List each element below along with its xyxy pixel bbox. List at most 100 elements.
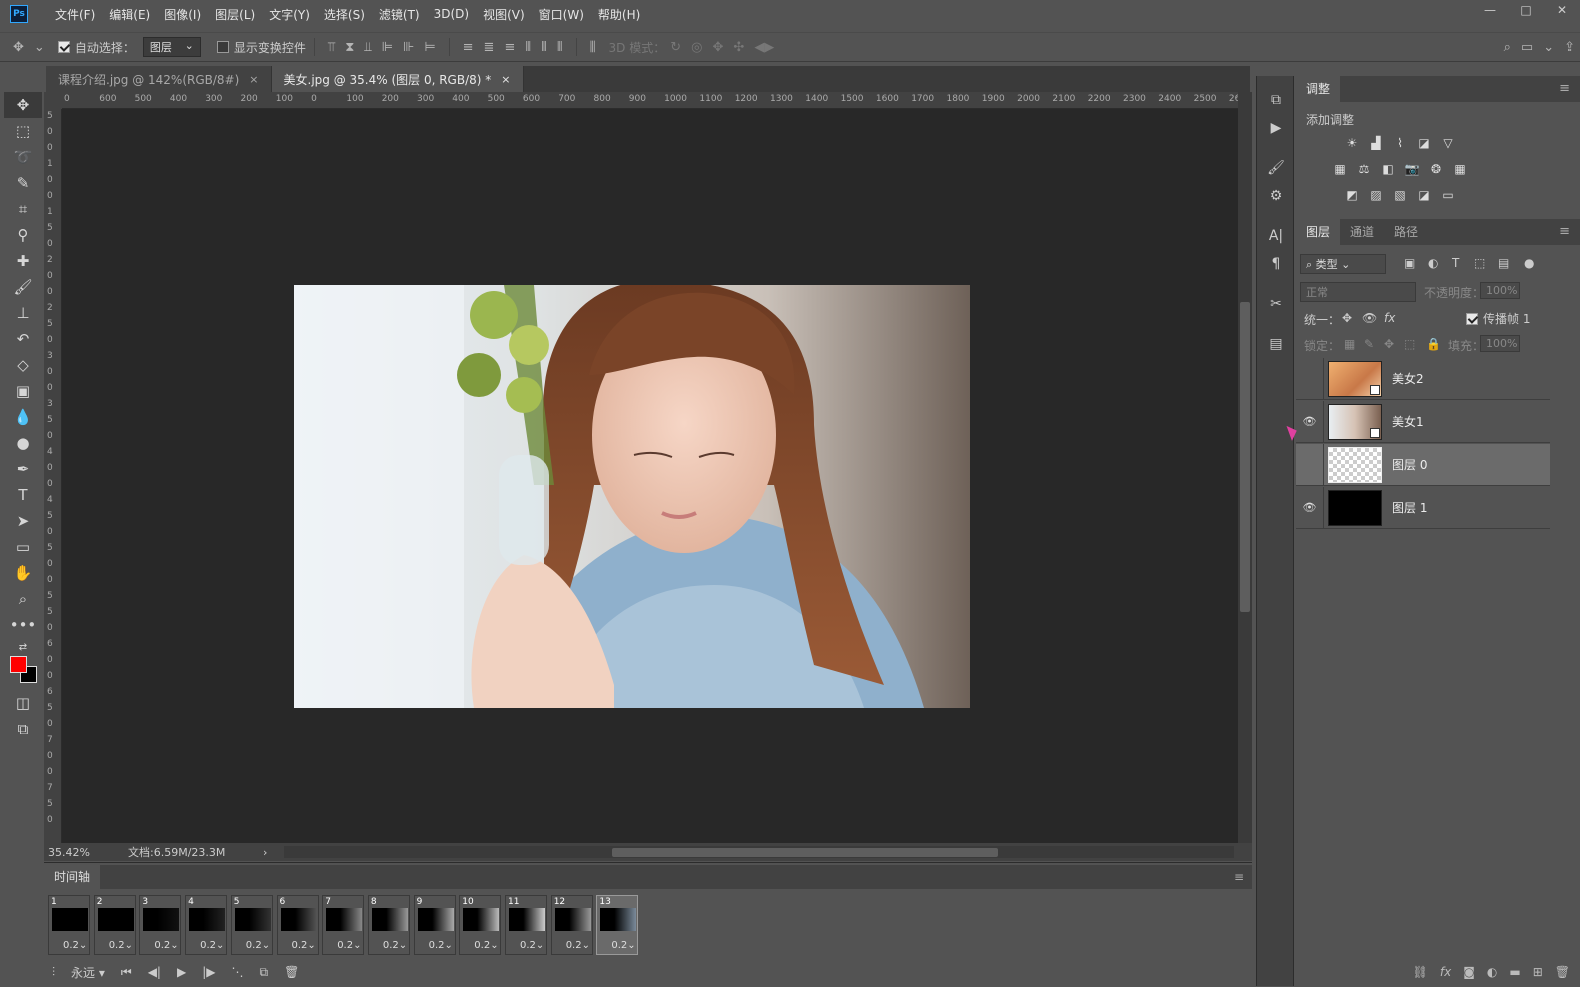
propagate-checkbox[interactable] bbox=[1466, 312, 1478, 325]
hue-saturation-icon[interactable]: ▦ bbox=[1332, 162, 1348, 176]
3d-roll-icon[interactable]: ◎ bbox=[691, 40, 702, 55]
new-layer-icon[interactable]: ⊞ bbox=[1533, 965, 1543, 979]
timeline-frame[interactable]: 5 0.2⌄ bbox=[230, 895, 273, 955]
filter-shape-icon[interactable]: ⬚ bbox=[1474, 256, 1485, 270]
menu-select[interactable]: 选择(S) bbox=[317, 6, 372, 23]
marquee-tool-icon[interactable]: ⬚ bbox=[4, 118, 42, 144]
close-icon[interactable]: × bbox=[501, 73, 510, 86]
delete-layer-icon[interactable]: 🗑 bbox=[1555, 965, 1570, 979]
auto-select-toggle[interactable]: 自动选择： bbox=[57, 39, 135, 56]
chevron-down-icon[interactable]: ⌄ bbox=[1543, 40, 1554, 55]
tab-paths[interactable]: 路径 bbox=[1384, 219, 1428, 245]
menu-type[interactable]: 文字(Y) bbox=[262, 6, 317, 23]
link-layers-icon[interactable]: ⛓ bbox=[1413, 965, 1428, 979]
quick-select-tool-icon[interactable]: ✎ bbox=[4, 170, 42, 196]
lock-image-icon[interactable]: ✎ bbox=[1364, 337, 1374, 351]
timeline-frame[interactable]: 8 0.2⌄ bbox=[367, 895, 410, 955]
show-transform-checkbox[interactable] bbox=[216, 41, 229, 53]
move-tool-icon[interactable]: ✥ bbox=[4, 92, 42, 118]
layer-filter-select[interactable]: ⌕ 类型 ⌄ bbox=[1300, 254, 1386, 274]
levels-icon[interactable]: ▟ bbox=[1368, 136, 1384, 150]
align-hcenter-icon[interactable]: ⊪ bbox=[403, 40, 414, 55]
frame-delay[interactable]: 0.2⌄ bbox=[611, 940, 635, 951]
auto-align-icon[interactable]: ⫼ bbox=[590, 40, 596, 55]
channel-mixer-icon[interactable]: ❂ bbox=[1428, 162, 1444, 176]
align-left-icon[interactable]: ⊫ bbox=[382, 40, 393, 55]
visibility-toggle[interactable] bbox=[1296, 443, 1324, 486]
layer-name[interactable]: 美女2 bbox=[1392, 370, 1424, 387]
foreground-color-swatch[interactable] bbox=[10, 656, 27, 673]
clone-stamp-tool-icon[interactable]: ⊥ bbox=[4, 300, 42, 326]
tab-beauty[interactable]: 美女.jpg @ 35.4% (图层 0, RGB/8) * × bbox=[271, 66, 524, 92]
vertical-scrollbar[interactable] bbox=[1238, 92, 1252, 843]
distribute-hcenter-icon[interactable]: ⦀ bbox=[541, 40, 547, 55]
tab-adjustments[interactable]: 调整 bbox=[1296, 76, 1341, 102]
frame-delay[interactable]: 0.2⌄ bbox=[109, 940, 133, 951]
eyedropper-tool-icon[interactable]: ⚲ bbox=[4, 222, 42, 248]
properties-icon[interactable]: ▤ bbox=[1264, 332, 1288, 356]
scroll-thumb[interactable] bbox=[612, 848, 998, 857]
tool-presets-icon[interactable]: ✂ bbox=[1264, 292, 1288, 316]
propagate-frame-toggle[interactable]: 传播帧 1 bbox=[1466, 310, 1530, 327]
scroll-thumb[interactable] bbox=[1240, 302, 1250, 612]
distribute-bottom-icon[interactable]: ≡ bbox=[504, 40, 515, 55]
dodge-tool-icon[interactable]: ● bbox=[4, 430, 42, 456]
new-group-icon[interactable]: ▬ bbox=[1509, 965, 1520, 979]
3d-slide-icon[interactable]: ✣ bbox=[733, 40, 744, 55]
frame-delay[interactable]: 0.2⌄ bbox=[63, 940, 87, 951]
timeline-frame[interactable]: 11 0.2⌄ bbox=[505, 895, 547, 955]
filter-adjustment-icon[interactable]: ◐ bbox=[1428, 256, 1438, 270]
eye-icon[interactable]: 👁 bbox=[1296, 400, 1324, 443]
timeline-frame[interactable]: 13 0.2⌄ bbox=[596, 895, 639, 955]
frame-delay[interactable]: 0.2⌄ bbox=[246, 940, 270, 951]
layer-name[interactable]: 图层 0 bbox=[1392, 456, 1427, 473]
timeline-frame[interactable]: 7 0.2⌄ bbox=[322, 895, 365, 955]
delete-frame-icon[interactable]: 🗑 bbox=[284, 965, 299, 979]
filter-toggle-icon[interactable]: ● bbox=[1524, 256, 1534, 270]
layer-name[interactable]: 图层 1 bbox=[1392, 499, 1427, 516]
align-top-icon[interactable]: ⫪ bbox=[328, 40, 335, 55]
frame-delay[interactable]: 0.2⌄ bbox=[154, 940, 178, 951]
lock-all-icon[interactable]: 🔒 bbox=[1426, 337, 1441, 351]
eye-icon[interactable]: 👁 bbox=[1296, 486, 1324, 529]
add-mask-icon[interactable]: ◙ bbox=[1463, 965, 1475, 979]
menu-file[interactable]: 文件(F) bbox=[48, 6, 102, 23]
fill-input[interactable]: 100% bbox=[1480, 335, 1520, 352]
filter-type-icon[interactable]: T bbox=[1452, 256, 1459, 270]
type-tool-icon[interactable]: T bbox=[4, 482, 42, 508]
blur-tool-icon[interactable]: 💧 bbox=[4, 404, 42, 430]
timeline-frame[interactable]: 10 0.2⌄ bbox=[459, 895, 502, 955]
menu-window[interactable]: 窗口(W) bbox=[532, 6, 591, 23]
distribute-vcenter-icon[interactable]: ≣ bbox=[484, 40, 495, 55]
filter-smart-object-icon[interactable]: ▤ bbox=[1498, 256, 1509, 270]
frame-delay[interactable]: 0.2⌄ bbox=[383, 940, 407, 951]
play-icon[interactable]: ▶ bbox=[177, 965, 186, 979]
horizontal-scrollbar[interactable] bbox=[284, 846, 1234, 858]
eraser-tool-icon[interactable]: ◇ bbox=[4, 352, 42, 378]
zoom-tool-icon[interactable]: ⌕ bbox=[4, 586, 42, 612]
show-transform-toggle[interactable]: 显示变换控件 bbox=[216, 39, 306, 56]
timeline-frame[interactable]: 1 0.2⌄ bbox=[48, 895, 90, 955]
rectangle-tool-icon[interactable]: ▭ bbox=[4, 534, 42, 560]
pen-tool-icon[interactable]: ✒ bbox=[4, 456, 42, 482]
frame-delay[interactable]: 0.2⌄ bbox=[474, 940, 498, 951]
blend-mode-select[interactable]: 正常 bbox=[1300, 282, 1416, 302]
tween-icon[interactable]: ⋱ bbox=[231, 965, 243, 979]
status-menu-arrow[interactable]: › bbox=[263, 846, 267, 859]
close-icon[interactable]: × bbox=[249, 73, 258, 86]
3d-scale-icon[interactable]: ◀▶ bbox=[754, 40, 774, 55]
menu-filter[interactable]: 滤镜(T) bbox=[372, 6, 427, 23]
brightness-icon[interactable]: ☀ bbox=[1344, 136, 1360, 150]
share-icon[interactable]: ⇪ bbox=[1564, 40, 1575, 55]
frame-delay[interactable]: 0.2⌄ bbox=[520, 940, 544, 951]
next-frame-icon[interactable]: |▶ bbox=[202, 965, 215, 979]
3d-orbit-icon[interactable]: ↻ bbox=[670, 40, 681, 55]
frame-delay[interactable]: 0.2⌄ bbox=[566, 940, 590, 951]
character-icon[interactable]: A| bbox=[1264, 224, 1288, 248]
timeline-frame[interactable]: 4 0.2⌄ bbox=[185, 895, 228, 955]
menu-edit[interactable]: 编辑(E) bbox=[102, 6, 157, 23]
align-vcenter-icon[interactable]: ⧗ bbox=[345, 40, 354, 55]
distribute-right-icon[interactable]: ⦀ bbox=[557, 40, 563, 55]
tab-course-intro[interactable]: 课程介绍.jpg @ 142%(RGB/8#) × bbox=[46, 66, 272, 92]
duplicate-frame-icon[interactable]: ⧉ bbox=[259, 965, 268, 980]
